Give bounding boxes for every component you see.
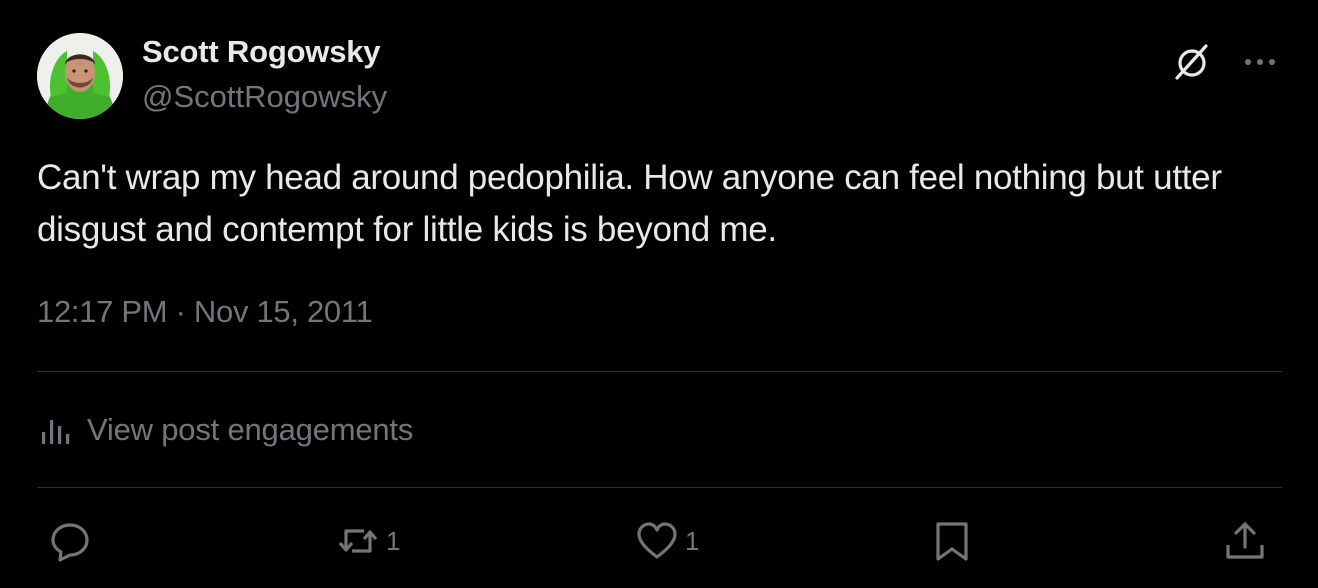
grok-icon[interactable] <box>1172 42 1212 82</box>
reply-icon <box>51 523 89 562</box>
view-engagements-label: View post engagements <box>87 412 414 447</box>
like-button[interactable]: 1 <box>635 518 699 564</box>
reply-button[interactable] <box>48 518 92 564</box>
share-button[interactable] <box>1223 518 1267 564</box>
post-text: Can't wrap my head around pedophilia. Ho… <box>37 158 1222 249</box>
bar-chart-icon <box>42 420 70 444</box>
more-icon[interactable] <box>1240 42 1280 82</box>
heart-icon <box>637 522 677 559</box>
divider <box>37 371 1282 372</box>
avatar-photo-icon <box>37 33 123 119</box>
repost-icon <box>338 529 378 553</box>
post-timestamp[interactable]: 12:17 PM · Nov 15, 2011 <box>37 294 373 330</box>
repost-button[interactable]: 1 <box>336 518 400 564</box>
divider <box>37 487 1282 488</box>
bookmark-icon <box>936 522 968 561</box>
bookmark-button[interactable] <box>930 518 974 564</box>
avatar[interactable] <box>37 33 123 119</box>
like-count: 1 <box>685 525 700 556</box>
share-icon <box>1226 522 1264 559</box>
author-handle[interactable]: @ScottRogowsky <box>142 79 387 115</box>
author-display-name[interactable]: Scott Rogowsky <box>142 34 381 70</box>
view-engagements-button[interactable]: View post engagements <box>37 408 413 452</box>
repost-count: 1 <box>386 525 401 556</box>
